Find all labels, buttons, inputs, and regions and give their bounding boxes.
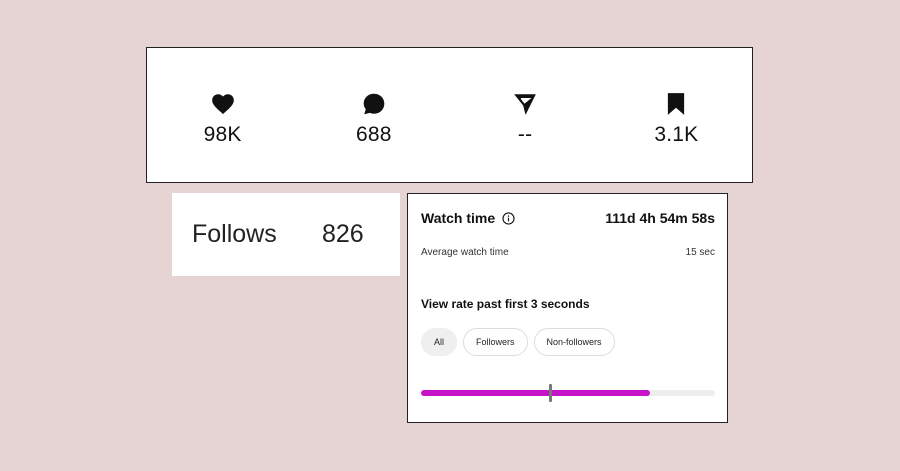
share-icon [512, 91, 538, 117]
shares-stat: -- [450, 83, 601, 147]
heart-icon [210, 91, 236, 117]
watch-time-title: Watch time [421, 210, 496, 226]
watch-time-header: Watch time 111d 4h 54m 58s [421, 210, 715, 226]
saves-stat: 3.1K [601, 83, 752, 147]
follows-count: 826 [322, 220, 364, 248]
engagement-stats-card: 98K 688 -- 3.1K [146, 47, 753, 183]
average-watch-time-value: 15 sec [685, 247, 715, 258]
shares-count: -- [517, 123, 533, 146]
comments-count: 688 [356, 123, 392, 146]
comment-icon [361, 91, 387, 117]
bookmark-icon [663, 91, 689, 117]
view-rate-progress-track [421, 384, 715, 402]
filter-followers-chip[interactable]: Followers [463, 328, 528, 356]
view-rate-title: View rate past first 3 seconds [421, 297, 590, 311]
likes-stat: 98K [147, 83, 298, 147]
average-watch-time-row: Average watch time 15 sec [421, 247, 715, 258]
watch-time-total: 111d 4h 54m 58s [605, 210, 715, 226]
info-icon[interactable] [502, 211, 515, 225]
view-rate-marker [549, 384, 553, 402]
watch-time-title-group: Watch time [421, 210, 515, 226]
view-rate-progress-fill [421, 390, 651, 396]
follows-label: Follows [192, 220, 277, 248]
watch-time-card: Watch time 111d 4h 54m 58s Average watch… [407, 193, 728, 423]
follows-card: Follows 826 [172, 193, 400, 276]
average-watch-time-label: Average watch time [421, 247, 509, 258]
likes-count: 98K [203, 123, 242, 146]
comments-stat: 688 [298, 83, 449, 147]
saves-count: 3.1K [654, 123, 699, 146]
filter-non-followers-chip[interactable]: Non-followers [533, 328, 615, 356]
audience-filter-chips: All Followers Non-followers [421, 328, 615, 356]
filter-all-chip[interactable]: All [421, 328, 458, 356]
